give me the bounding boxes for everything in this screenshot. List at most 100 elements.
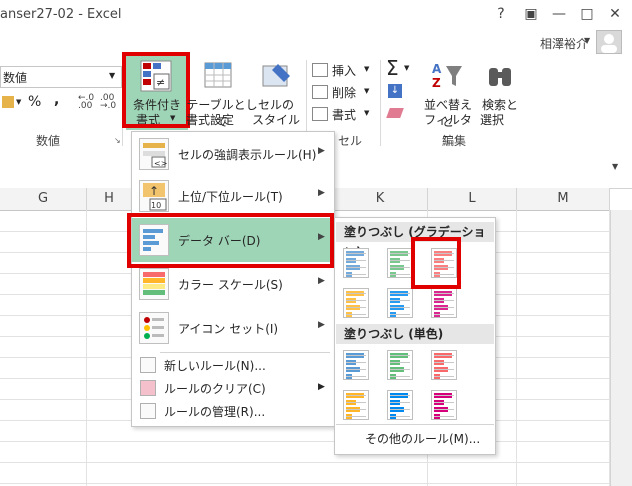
insert-cells-icon bbox=[312, 63, 328, 77]
menu-item-highlight-rules[interactable]: <> セルの強調表示ルール(H) ▶ bbox=[132, 132, 334, 176]
clear-eraser-icon[interactable] bbox=[386, 108, 404, 118]
comma-button[interactable]: , bbox=[54, 92, 59, 108]
color-scales-icon bbox=[139, 268, 169, 300]
window-title: anser27-02 - Excel bbox=[0, 7, 122, 22]
column-line bbox=[516, 210, 517, 486]
menu-separator bbox=[336, 424, 494, 425]
menu-item-icon-sets[interactable]: アイコン セット(I) ▶ bbox=[132, 306, 334, 350]
percent-button[interactable]: % bbox=[28, 94, 41, 110]
editing-group-label: 編集 bbox=[442, 134, 467, 148]
sort-filter-icon: A Z bbox=[432, 62, 462, 90]
find-select-label-2: 選択 bbox=[480, 113, 505, 127]
highlight-outline bbox=[127, 213, 334, 268]
cell-styles-icon bbox=[262, 64, 290, 87]
menu-item-label: ルールのクリア(C) bbox=[164, 382, 266, 396]
account-dropdown-icon[interactable]: ▼ bbox=[584, 36, 590, 45]
row-line bbox=[0, 483, 610, 484]
menu-separator bbox=[160, 352, 330, 353]
group-separator bbox=[380, 60, 381, 146]
chevron-right-icon: ▶ bbox=[318, 320, 325, 330]
menu-item-label: 新しいルール(N)... bbox=[164, 359, 266, 373]
expand-formula-bar-icon[interactable]: ▼ bbox=[612, 162, 618, 171]
chevron-down-icon: ▼ bbox=[364, 87, 370, 95]
table-format-icon bbox=[204, 62, 232, 88]
column-header-g[interactable]: G bbox=[0, 188, 87, 211]
row-line bbox=[0, 462, 610, 463]
menu-item-label: セルの強調表示ルール(H) bbox=[178, 148, 317, 162]
chevron-right-icon: ▶ bbox=[318, 188, 325, 198]
menu-item-new-rule[interactable]: 新しいルール(N)... bbox=[132, 354, 334, 376]
binoculars-icon bbox=[489, 68, 511, 86]
solid-data-bar-swatch[interactable] bbox=[343, 390, 369, 420]
highlight-rules-icon: <> bbox=[139, 138, 169, 170]
chevron-down-icon[interactable]: ▼ bbox=[16, 98, 21, 106]
manage-rules-icon bbox=[140, 403, 156, 419]
new-rule-icon bbox=[140, 357, 156, 373]
solid-data-bar-swatch[interactable] bbox=[431, 390, 457, 420]
ribbon-display-options-button[interactable]: ▣ bbox=[520, 4, 542, 24]
solid-data-bar-swatch[interactable] bbox=[431, 350, 457, 380]
account-area[interactable]: 相澤裕介 ▼ bbox=[500, 30, 632, 56]
top-bottom-rules-icon: ↑ 10 bbox=[139, 180, 169, 212]
sort-filter-button[interactable]: A Z 並べ替えと フィルター bbox=[418, 56, 476, 144]
menu-item-top-bottom-rules[interactable]: ↑ 10 上位/下位ルール(T) ▶ bbox=[132, 174, 334, 218]
decrease-decimal-icon[interactable]: .00 →.0 bbox=[100, 94, 116, 111]
column-header-k[interactable]: K bbox=[333, 188, 428, 211]
gradient-data-bar-swatch[interactable] bbox=[343, 248, 369, 278]
dialog-launcher-icon[interactable]: ↘ bbox=[114, 136, 121, 145]
maximize-button[interactable]: □ bbox=[576, 4, 598, 24]
chevron-right-icon: ▶ bbox=[318, 382, 325, 392]
chevron-right-icon: ▶ bbox=[318, 276, 325, 286]
chevron-right-icon: ▶ bbox=[318, 146, 325, 156]
more-rules-item[interactable]: その他のルール(M)... bbox=[365, 430, 480, 447]
cell-styles-label-2: スタイル bbox=[252, 113, 301, 127]
person-icon bbox=[601, 34, 617, 53]
insert-label: 挿入 bbox=[332, 64, 357, 78]
avatar[interactable] bbox=[596, 30, 622, 54]
gradient-data-bar-swatch[interactable] bbox=[343, 288, 369, 318]
svg-text:<>: <> bbox=[154, 159, 167, 168]
insert-button[interactable]: 挿入 ▼ bbox=[312, 62, 372, 80]
icon-sets-icon bbox=[139, 312, 169, 344]
menu-item-manage-rules[interactable]: ルールの管理(R)... bbox=[132, 400, 334, 422]
menu-item-clear-rules[interactable]: ルールのクリア(C) ▶ bbox=[132, 377, 334, 399]
number-format-select[interactable]: 数値 ▼ bbox=[0, 66, 122, 88]
number-group-label: 数値 bbox=[36, 134, 61, 148]
vertical-scrollbar[interactable] bbox=[610, 210, 632, 486]
delete-button[interactable]: 削除 ▼ bbox=[312, 84, 372, 102]
format-cells-icon bbox=[312, 107, 328, 121]
column-header-h[interactable]: H bbox=[87, 188, 132, 211]
autosum-icon[interactable]: Σ bbox=[386, 56, 399, 80]
solid-data-bar-swatch[interactable] bbox=[387, 390, 413, 420]
close-button[interactable]: ✕ bbox=[604, 4, 626, 24]
solid-data-bar-swatch[interactable] bbox=[343, 350, 369, 380]
find-select-button[interactable]: 検索と 選択 bbox=[478, 56, 524, 130]
solid-data-bar-swatch[interactable] bbox=[387, 350, 413, 380]
currency-icon[interactable] bbox=[2, 96, 14, 108]
format-label: 書式 bbox=[332, 108, 357, 122]
solid-fill-header: 塗りつぶし (単色) bbox=[336, 324, 494, 344]
clear-rules-icon bbox=[140, 380, 156, 396]
column-header-l[interactable]: L bbox=[428, 188, 517, 211]
gradient-data-bar-swatch[interactable] bbox=[387, 248, 413, 278]
svg-text:Z: Z bbox=[432, 76, 441, 90]
increase-decimal-icon[interactable]: ←.0.00 bbox=[78, 94, 94, 111]
minimize-button[interactable]: — bbox=[548, 4, 570, 24]
format-as-table-button[interactable]: テーブルとして 書式設定 bbox=[186, 56, 258, 130]
chevron-down-icon[interactable]: ▼ bbox=[404, 64, 409, 72]
fill-icon[interactable]: ↓ bbox=[388, 84, 402, 98]
menu-item-label: カラー スケール(S) bbox=[178, 278, 283, 292]
menu-item-color-scales[interactable]: カラー スケール(S) ▶ bbox=[132, 262, 334, 306]
help-button[interactable]: ? bbox=[490, 4, 512, 24]
menu-item-label: アイコン セット(I) bbox=[178, 322, 279, 336]
svg-text:10: 10 bbox=[151, 201, 161, 210]
user-name: 相澤裕介 bbox=[540, 37, 589, 51]
menu-item-label: ルールの管理(R)... bbox=[164, 405, 266, 419]
cell-styles-button[interactable]: セルの スタイル bbox=[250, 56, 304, 130]
chevron-down-icon: ▼ bbox=[364, 109, 370, 117]
gradient-data-bar-swatch[interactable] bbox=[431, 288, 457, 318]
gradient-data-bar-swatch[interactable] bbox=[387, 288, 413, 318]
column-header-m[interactable]: M bbox=[517, 188, 610, 211]
format-button[interactable]: 書式 ▼ bbox=[312, 106, 372, 124]
svg-text:A: A bbox=[432, 62, 442, 76]
